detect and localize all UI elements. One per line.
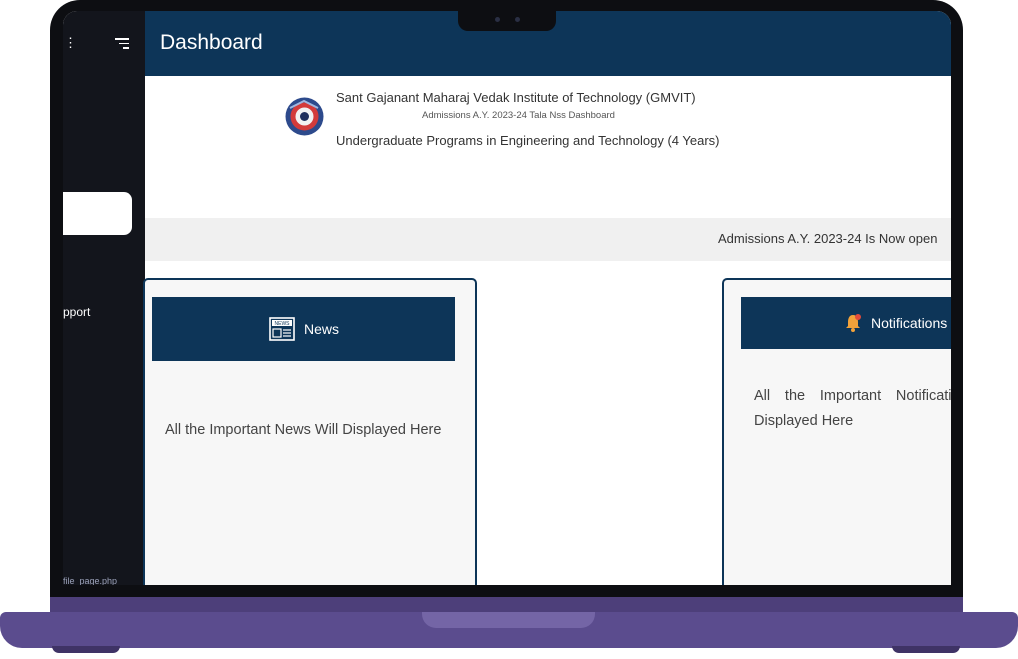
laptop-opening-notch [422,612,595,628]
menu-toggle-icon[interactable] [115,38,129,52]
dashboard-subtitle: Admissions A.Y. 2023-24 Tala Nss Dashboa… [422,110,615,121]
camera-dot [515,17,520,22]
kebab-menu-icon[interactable]: ⋮ [64,36,77,49]
announcement-marquee: Admissions A.Y. 2023-24 Is Now open [145,218,951,261]
notifications-card: Notifications All the Important Notifica… [722,278,951,585]
laptop-screen: ⋮ pport file_page.php Dashboard Sant Gaj… [63,11,951,585]
laptop-foot [52,646,120,653]
page-title: Dashboard [160,31,263,54]
institute-logo [285,97,324,136]
sidebar-search-box[interactable] [63,192,132,235]
institute-name: Sant Gajanant Maharaj Vedak Institute of… [336,90,696,105]
notifications-card-header[interactable]: Notifications [741,297,951,349]
news-card-header[interactable]: NEWS News [152,297,455,361]
sidebar-file-link[interactable]: file_page.php [63,576,117,585]
news-card-title: News [303,321,339,337]
newspaper-icon: NEWS [269,317,295,341]
bell-icon [846,314,861,332]
sidebar: ⋮ pport file_page.php [63,11,145,585]
program-title: Undergraduate Programs in Engineering an… [336,133,720,148]
svg-text:NEWS: NEWS [274,321,290,327]
laptop-foot [892,646,960,653]
news-card: NEWS News All the Important News Will Di… [143,278,477,585]
news-card-body: All the Important News Will Displayed He… [165,422,442,438]
camera-dot [495,17,500,22]
notifications-card-title: Notifications [871,315,948,331]
laptop-base [0,597,1018,653]
notifications-card-body: All the Important Notifications Will be … [754,388,951,429]
sidebar-item-support[interactable]: pport [63,305,90,319]
camera-notch [458,8,556,31]
announcement-text: Admissions A.Y. 2023-24 Is Now open [718,231,938,246]
